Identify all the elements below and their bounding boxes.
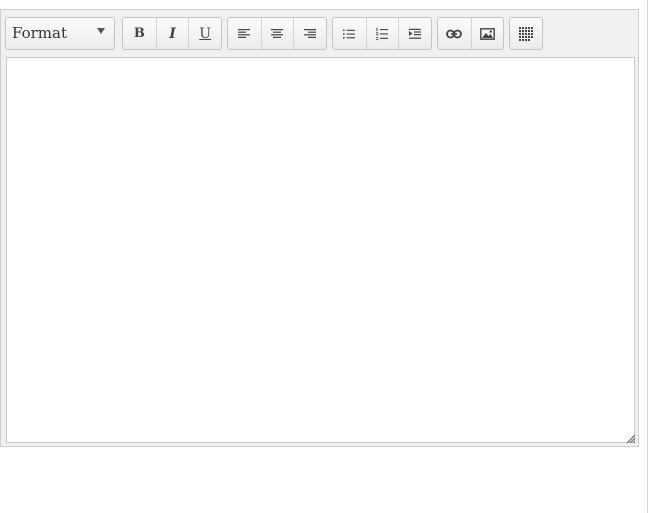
indent-icon — [409, 28, 422, 39]
insert-group — [437, 17, 504, 50]
rich-text-editor: Format B I U — [0, 9, 639, 447]
numbered-list-button[interactable] — [365, 18, 399, 49]
list-group — [332, 17, 432, 50]
table-group — [509, 17, 543, 50]
align-center-icon — [271, 28, 284, 38]
table-icon — [519, 26, 533, 41]
dropdown-arrow-icon — [97, 28, 105, 34]
align-right-button[interactable] — [293, 18, 326, 49]
align-left-button[interactable] — [228, 18, 261, 49]
text-style-group: B I U — [122, 17, 222, 50]
insert-link-button[interactable] — [438, 18, 471, 49]
editor-content-area[interactable] — [6, 57, 635, 443]
insert-image-button[interactable] — [470, 18, 504, 49]
bold-button[interactable]: B — [123, 18, 156, 49]
bullet-list-button[interactable] — [333, 18, 366, 49]
alignment-group — [227, 17, 327, 50]
bullet-list-icon — [343, 29, 356, 38]
bold-icon: B — [133, 26, 145, 41]
align-center-button[interactable] — [260, 18, 294, 49]
insert-table-button[interactable] — [510, 18, 542, 49]
underline-icon: U — [199, 25, 212, 42]
numbered-list-icon — [376, 27, 389, 40]
format-dropdown[interactable]: Format — [5, 17, 115, 50]
resize-handle-icon[interactable] — [626, 434, 635, 443]
underline-button[interactable]: U — [188, 18, 221, 49]
align-right-icon — [304, 28, 317, 38]
align-left-icon — [238, 28, 251, 38]
indent-button[interactable] — [398, 18, 431, 49]
format-dropdown-label: Format — [12, 24, 67, 42]
italic-button[interactable]: I — [155, 18, 189, 49]
editor-toolbar: Format B I U — [1, 10, 638, 57]
page-right-border — [647, 0, 648, 513]
italic-icon: I — [169, 25, 176, 42]
image-icon — [479, 27, 495, 40]
link-icon — [446, 29, 463, 38]
